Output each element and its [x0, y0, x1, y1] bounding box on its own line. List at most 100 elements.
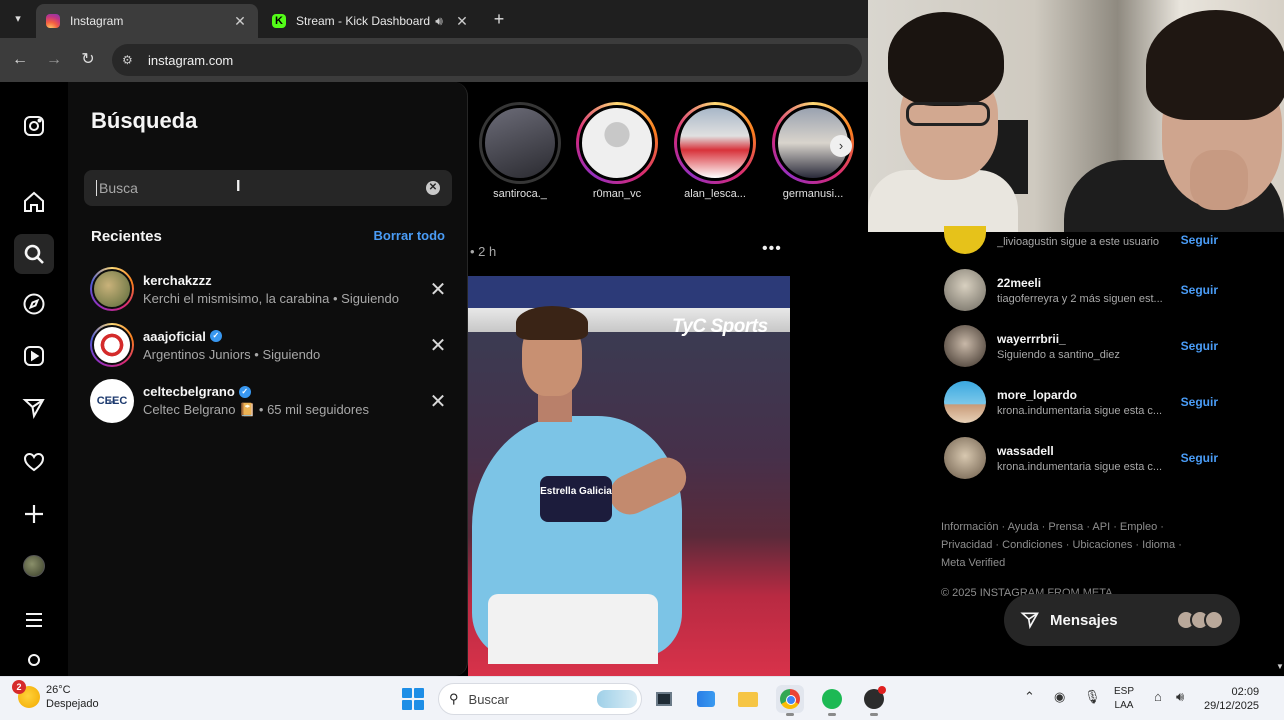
- recent-search-item[interactable]: kerchakzzz Kerchi el mismisimo, la carab…: [90, 264, 448, 314]
- volume-icon[interactable]: 🔊︎: [1176, 689, 1184, 705]
- suggestion-username: more_lopardo: [997, 387, 1078, 402]
- suggestions-column: _livioagustin sigue a este usuario Segui…: [868, 226, 1284, 676]
- story-item[interactable]: santiroca._: [478, 102, 562, 200]
- create-plus-icon[interactable]: [14, 494, 54, 534]
- profile-avatar[interactable]: [14, 546, 54, 586]
- story-username: germanusi...: [782, 188, 844, 200]
- chrome-icon[interactable]: [776, 685, 804, 716]
- task-view-icon[interactable]: [650, 685, 678, 713]
- new-tab-button[interactable]: +: [488, 8, 510, 30]
- suggestion-item[interactable]: wassadell krona.indumentaria sigue esta …: [944, 436, 1218, 480]
- weather-sun-icon: 2: [12, 680, 40, 708]
- post-timestamp: • 2 h: [470, 244, 497, 259]
- reload-icon[interactable]: ↻: [76, 48, 100, 72]
- recent-subtitle: Kerchi el mismisimo, la carabina • Sigui…: [143, 290, 399, 306]
- system-clock[interactable]: 02:09 29/12/2025: [1204, 685, 1259, 713]
- clear-all-link[interactable]: Borrar todo: [374, 228, 446, 243]
- scroll-down-icon[interactable]: ▼: [1276, 662, 1284, 671]
- explore-compass-icon[interactable]: [14, 284, 54, 324]
- tab-kick-dashboard[interactable]: K Stream - Kick Dashboard 🔊︎ ✕: [262, 4, 480, 38]
- address-bar[interactable]: ⚙ instagram.com: [112, 44, 862, 76]
- search-icon[interactable]: [14, 234, 54, 274]
- follow-button[interactable]: Seguir: [1181, 395, 1218, 409]
- suggestion-item[interactable]: wayerrrbrii_ Siguiendo a santino_diez Se…: [944, 324, 1218, 368]
- remove-recent-icon[interactable]: ✕: [428, 333, 448, 358]
- suggestion-subtitle: _livioagustin sigue a este usuario: [997, 235, 1160, 248]
- story-item[interactable]: alan_lesca...: [673, 102, 757, 200]
- browser-toolbar: ← → ↻ ⚙ instagram.com: [0, 38, 868, 82]
- more-menu-icon[interactable]: [14, 600, 54, 640]
- tab-instagram[interactable]: Instagram ✕: [36, 4, 258, 38]
- site-info-icon[interactable]: ⚙: [122, 53, 142, 67]
- network-status-icon[interactable]: ◉: [1054, 689, 1065, 705]
- suggestion-subtitle: Siguiendo a santino_diez: [997, 348, 1120, 361]
- weather-widget[interactable]: 2 26°C Despejado: [12, 680, 99, 711]
- search-highlight-image: [597, 690, 637, 708]
- clock-date: 29/12/2025: [1204, 700, 1260, 712]
- remove-recent-icon[interactable]: ✕: [428, 277, 448, 302]
- tab-title: Stream - Kick Dashboard: [296, 14, 430, 28]
- file-explorer-icon[interactable]: [734, 685, 762, 713]
- notifications-heart-icon[interactable]: [14, 442, 54, 482]
- wifi-icon[interactable]: ⌂: [1154, 689, 1162, 704]
- browser-tab-bar: ▾ Instagram ✕ K Stream - Kick Dashboard …: [0, 0, 868, 38]
- panel-title: Búsqueda: [91, 108, 198, 133]
- follow-button[interactable]: Seguir: [1181, 339, 1218, 353]
- glasses: [906, 102, 990, 126]
- post-options-icon[interactable]: •••: [762, 240, 782, 258]
- footer-links[interactable]: Información · Ayuda · Prensa · API · Emp…: [941, 518, 1191, 572]
- forward-icon[interactable]: →: [42, 48, 66, 72]
- follow-button[interactable]: Seguir: [1181, 451, 1218, 465]
- clock-time: 02:09: [1231, 686, 1260, 698]
- follow-button[interactable]: Seguir: [1181, 233, 1218, 247]
- instagram-logo-icon[interactable]: [14, 106, 54, 146]
- recent-subtitle: Celtec Belgrano 📔 • 65 mil seguidores: [143, 402, 369, 417]
- suggestion-subtitle: krona.indumentaria sigue esta c...: [997, 460, 1163, 473]
- threads-icon[interactable]: [14, 652, 54, 676]
- post-image[interactable]: TyC Sports Estrella Galicia: [468, 276, 790, 676]
- recent-search-item[interactable]: CE̶EC celtecbelgrano ✓ Celtec Belgrano 📔 …: [90, 376, 448, 426]
- avatar: [944, 381, 986, 423]
- back-icon[interactable]: ←: [8, 48, 32, 72]
- suggestion-subtitle: tiagoferreyra y 2 más siguen est...: [997, 292, 1163, 305]
- obs-icon[interactable]: [860, 685, 888, 716]
- search-box[interactable]: ✕: [84, 170, 452, 206]
- suggestion-item[interactable]: 22meeli tiagoferreyra y 2 más siguen est…: [944, 268, 1218, 312]
- speaker-icon[interactable]: 🔊︎: [430, 14, 448, 29]
- verified-badge-icon: ✓: [238, 385, 251, 398]
- story-item[interactable]: r0man_vc: [575, 102, 659, 200]
- windows-start-icon[interactable]: [402, 688, 424, 710]
- spotify-icon[interactable]: [818, 685, 846, 716]
- messages-icon[interactable]: [14, 388, 54, 428]
- suggestion-item: _livioagustin sigue a este usuario Segui…: [944, 218, 1218, 262]
- taskbar-search[interactable]: ⚲ Buscar: [438, 683, 642, 715]
- recents-heading: Recientes: [91, 228, 162, 245]
- messages-button[interactable]: Mensajes: [1004, 594, 1240, 646]
- weather-temperature: 26°C: [46, 684, 71, 696]
- follow-button[interactable]: Seguir: [1181, 283, 1218, 297]
- input-language[interactable]: ESP LAA: [1114, 685, 1134, 713]
- search-input[interactable]: [96, 180, 426, 196]
- home-icon[interactable]: [14, 182, 54, 222]
- close-tab-icon[interactable]: ✕: [232, 13, 248, 30]
- messages-label: Mensajes: [1050, 611, 1118, 629]
- message-avatars: [1176, 610, 1224, 630]
- suggestion-username: wassadell: [997, 443, 1054, 458]
- streamer-left: [868, 12, 1028, 232]
- recent-search-item[interactable]: aaajoficial ✓ Argentinos Juniors • Siguie…: [90, 320, 448, 370]
- avatar: [90, 267, 134, 311]
- clear-search-icon[interactable]: ✕: [426, 181, 440, 195]
- show-hidden-icons-icon[interactable]: ⌃: [1024, 689, 1035, 705]
- reels-icon[interactable]: [14, 336, 54, 376]
- suggestion-item[interactable]: more_lopardo krona.indumentaria sigue es…: [944, 380, 1218, 424]
- story-username: alan_lesca...: [684, 188, 746, 200]
- tab-search-icon[interactable]: ▾: [6, 8, 30, 30]
- recording-dot-icon: [878, 686, 886, 694]
- avatar: [23, 555, 45, 577]
- microsoft-store-icon[interactable]: [692, 685, 720, 713]
- microphone-icon[interactable]: 🎙︎: [1084, 689, 1101, 705]
- stories-next-icon[interactable]: ›: [830, 135, 852, 157]
- streamer-right: [1064, 0, 1284, 232]
- close-tab-icon[interactable]: ✕: [454, 13, 470, 30]
- remove-recent-icon[interactable]: ✕: [428, 389, 448, 414]
